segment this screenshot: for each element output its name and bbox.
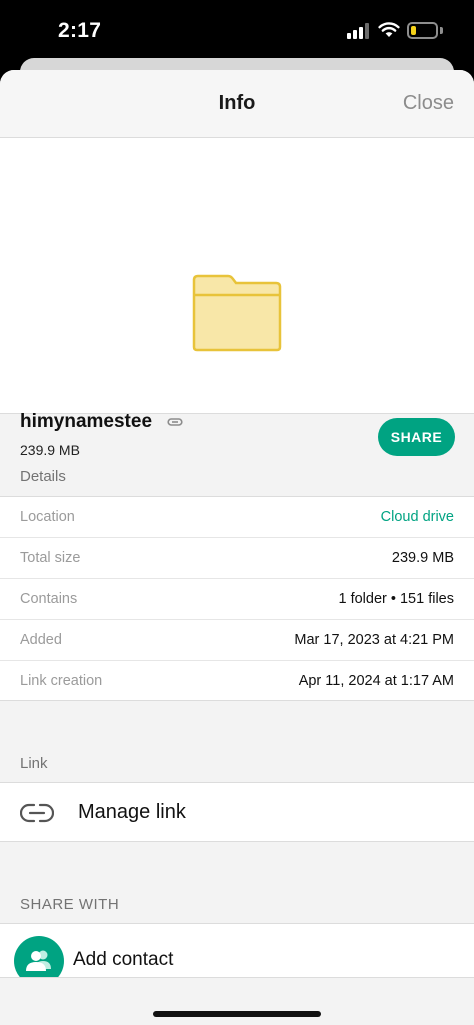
detail-value: Apr 11, 2024 at 1:17 AM bbox=[298, 673, 454, 689]
folder-icon bbox=[192, 274, 282, 352]
detail-value: Mar 17, 2023 at 4:21 PM bbox=[294, 632, 454, 648]
detail-row-added: Added Mar 17, 2023 at 4:21 PM bbox=[0, 620, 474, 661]
detail-label: Total size bbox=[20, 550, 81, 566]
share-with-section-label: SHARE WITH bbox=[20, 896, 120, 913]
location-link[interactable]: Cloud drive bbox=[381, 509, 454, 525]
manage-link-row[interactable]: Manage link bbox=[0, 782, 474, 842]
detail-row-contains: Contains 1 folder • 151 files bbox=[0, 579, 474, 620]
detail-label: Location bbox=[20, 509, 75, 525]
battery-level bbox=[411, 26, 416, 35]
detail-row-link-creation: Link creation Apr 11, 2024 at 1:17 AM bbox=[0, 661, 474, 702]
share-button[interactable]: SHARE bbox=[378, 418, 455, 456]
home-indicator[interactable] bbox=[153, 1011, 321, 1017]
detail-label: Contains bbox=[20, 591, 78, 607]
status-time: 2:17 bbox=[58, 19, 102, 42]
detail-row-location: Location Cloud drive bbox=[0, 497, 474, 538]
info-sheet: Info Close himynamestee 239.9 MB SHARE D… bbox=[0, 70, 474, 1025]
status-bar: 2:17 bbox=[0, 0, 474, 60]
link-section-label: Link bbox=[20, 755, 48, 772]
nav-bar: Info Close bbox=[0, 70, 474, 138]
file-name: himynamestee bbox=[20, 411, 153, 432]
cellular-signal-icon bbox=[347, 23, 371, 39]
battery-icon bbox=[407, 22, 438, 39]
file-size: 239.9 MB bbox=[20, 442, 80, 458]
wifi-icon bbox=[378, 22, 400, 37]
add-contact-row[interactable]: Add contact bbox=[0, 923, 474, 978]
battery-cap bbox=[440, 27, 443, 34]
details-list: Location Cloud drive Total size 239.9 MB… bbox=[0, 496, 474, 701]
file-header: himynamestee 239.9 MB SHARE bbox=[0, 138, 474, 458]
manage-link-label: Manage link bbox=[78, 801, 186, 823]
home-area bbox=[0, 978, 474, 1025]
detail-value: 1 folder • 151 files bbox=[338, 591, 454, 607]
details-section-label: Details bbox=[20, 468, 66, 485]
detail-row-total-size: Total size 239.9 MB bbox=[0, 538, 474, 579]
add-contact-avatar bbox=[14, 936, 64, 977]
detail-label: Link creation bbox=[20, 673, 103, 689]
close-button[interactable]: Close bbox=[403, 92, 454, 115]
link-icon bbox=[20, 803, 54, 823]
detail-value: 239.9 MB bbox=[391, 550, 454, 566]
contacts-icon bbox=[26, 950, 51, 971]
add-contact-label: Add contact bbox=[73, 949, 174, 970]
detail-label: Added bbox=[20, 632, 62, 648]
link-icon bbox=[167, 418, 183, 426]
